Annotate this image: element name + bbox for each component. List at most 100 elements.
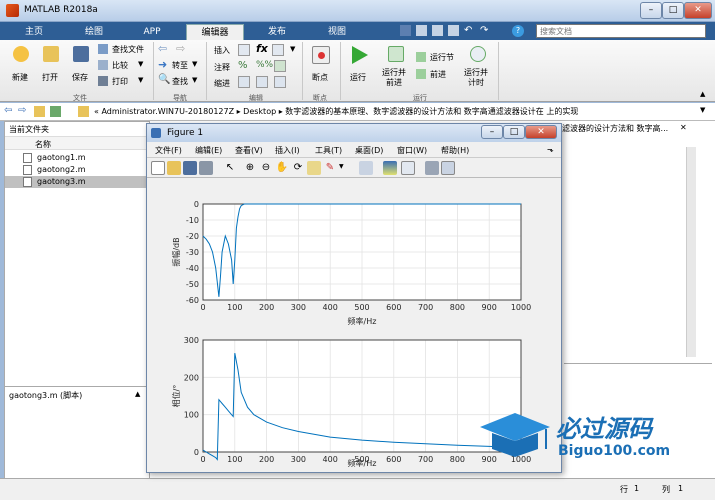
column-header[interactable]: 名称 [5, 136, 149, 150]
forward-icon[interactable]: ⇨ [18, 105, 26, 116]
tab-view[interactable]: 视图 [312, 24, 362, 40]
menu-edit[interactable]: 编辑(E) [195, 145, 222, 156]
minimize-button[interactable]: – [640, 2, 662, 19]
print-figure-icon[interactable] [199, 161, 213, 175]
editor-tab-header[interactable]: 滤波器的设计方法和 数字高... [562, 123, 668, 134]
rotate-icon[interactable]: ⟳ [291, 161, 305, 175]
tab-home[interactable]: 主页 [14, 24, 54, 40]
advance-button[interactable]: 前进 [416, 69, 464, 81]
copy-icon[interactable] [432, 25, 443, 36]
figure-menu-bar: 文件(F) 编辑(E) 查看(V) 插入(I) 工具(T) 桌面(D) 窗口(W… [147, 142, 561, 158]
maximize-button[interactable]: □ [662, 2, 684, 19]
col-label: 列 [662, 485, 670, 494]
link-plot-icon[interactable] [359, 161, 373, 175]
pointer-icon[interactable]: ↖ [223, 161, 237, 175]
x-tick-label: 700 [418, 455, 433, 464]
percent-icon[interactable]: % [238, 60, 248, 71]
figure-maximize-button[interactable]: □ [503, 125, 525, 139]
data-cursor-icon[interactable] [307, 161, 321, 175]
open-file-icon[interactable] [167, 161, 181, 175]
legend-icon[interactable] [401, 161, 415, 175]
goto-button[interactable]: ➜ 转至 ▼ [158, 58, 202, 72]
run-section-button[interactable]: 运行节 [416, 52, 464, 64]
zoom-in-icon[interactable]: ⊕ [243, 161, 257, 175]
save-figure-icon[interactable] [183, 161, 197, 175]
expand-details-icon[interactable]: ▲ [135, 390, 140, 398]
folder-icon [43, 46, 59, 62]
new-button[interactable]: 新建 [8, 44, 34, 88]
pan-icon[interactable]: ✋ [275, 161, 289, 175]
new-figure-icon[interactable] [151, 161, 165, 175]
figure-minimize-button[interactable]: – [481, 125, 503, 139]
help-icon[interactable]: ? [512, 25, 524, 37]
save-button[interactable]: 保存 [68, 44, 94, 88]
open-button[interactable]: 打开 [38, 44, 64, 88]
tab-plots[interactable]: 绘图 [72, 24, 116, 40]
close-button[interactable]: ✕ [684, 2, 712, 19]
find-button[interactable]: 🔍 查找 ▼ [158, 74, 202, 88]
y-tick-label: -50 [186, 280, 199, 289]
compare-button[interactable]: 比较 ▼ [98, 60, 150, 72]
x-tick-label: 800 [450, 455, 465, 464]
tab-editor[interactable]: 编辑器 [186, 24, 244, 40]
matlab-logo-icon [6, 4, 19, 17]
dock-icon[interactable]: ⬎ [547, 145, 554, 154]
decrease-indent-icon[interactable] [274, 76, 286, 88]
current-path[interactable]: « Administrator.WIN7U-20180127Z ▸ Deskto… [94, 106, 694, 117]
menu-help[interactable]: 帮助(H) [441, 145, 469, 156]
editor-scrollbar[interactable] [686, 147, 696, 357]
uncomment-icon[interactable]: %% [256, 60, 273, 70]
run-advance-label: 运行并 前进 [382, 68, 406, 87]
back-forward-buttons[interactable]: ⇦ ⇨ [158, 42, 198, 56]
tab-publish[interactable]: 发布 [252, 24, 302, 40]
file-row-selected[interactable]: gaotong3.m [5, 176, 149, 188]
brush-icon[interactable]: ✎ [323, 161, 337, 175]
undo-icon[interactable]: ↶ [464, 25, 475, 36]
zoom-out-icon[interactable]: ⊖ [259, 161, 273, 175]
comment-button[interactable]: 注释 [214, 62, 230, 73]
run-time-button[interactable]: 运行并 计时 [462, 44, 494, 90]
smart-indent-icon[interactable] [238, 76, 250, 88]
menu-window[interactable]: 窗口(W) [397, 145, 427, 156]
file-row[interactable]: gaotong1.m [5, 152, 149, 164]
show-tools-icon[interactable] [441, 161, 455, 175]
figure-close-button[interactable]: ✕ [525, 125, 557, 139]
colorbar-icon[interactable] [383, 161, 397, 175]
menu-file[interactable]: 文件(F) [155, 145, 182, 156]
search-docs-input[interactable] [536, 24, 706, 38]
save-icon[interactable] [400, 25, 411, 36]
wrap-comment-icon[interactable] [274, 60, 286, 72]
menu-view[interactable]: 查看(V) [235, 145, 263, 156]
increase-indent-icon[interactable] [256, 76, 268, 88]
up-folder-icon[interactable] [34, 106, 45, 117]
find-files-button[interactable]: 查找文件 [98, 44, 150, 56]
path-dropdown-icon[interactable]: ▼ [700, 106, 705, 114]
x-axis-label: 频率/Hz [348, 316, 377, 326]
run-button[interactable]: 运行 [346, 44, 374, 88]
insert-button[interactable]: 插入 [214, 45, 230, 56]
function-icon[interactable]: fx [256, 42, 268, 55]
menu-tools[interactable]: 工具(T) [315, 145, 342, 156]
new-label: 新建 [12, 73, 28, 82]
menu-insert[interactable]: 插入(I) [275, 145, 300, 156]
insert-dropdown-icon[interactable] [272, 44, 284, 56]
collapse-ribbon-icon[interactable]: ▲ [700, 90, 705, 98]
paste-icon[interactable] [448, 25, 459, 36]
print-button[interactable]: 打印 ▼ [98, 76, 150, 88]
run-advance-button[interactable]: 运行并 前进 [380, 44, 412, 90]
redo-icon[interactable]: ↷ [480, 25, 491, 36]
divider [498, 42, 499, 100]
menu-desktop[interactable]: 桌面(D) [355, 145, 383, 156]
x-tick-label: 0 [200, 455, 205, 464]
close-icon[interactable]: ✕ [680, 123, 687, 132]
tab-apps[interactable]: APP [132, 24, 172, 40]
file-row[interactable]: gaotong2.m [5, 164, 149, 176]
browse-folder-icon[interactable] [50, 106, 61, 117]
breakpoints-button[interactable]: 断点 [308, 44, 336, 88]
hide-tools-icon[interactable] [425, 161, 439, 175]
back-icon[interactable]: ⇦ [4, 105, 12, 116]
cut-icon[interactable] [416, 25, 427, 36]
chevron-down-icon[interactable]: ▼ [339, 163, 344, 170]
indent-button[interactable]: 缩进 [214, 78, 230, 89]
insert-section-icon[interactable] [238, 44, 250, 56]
